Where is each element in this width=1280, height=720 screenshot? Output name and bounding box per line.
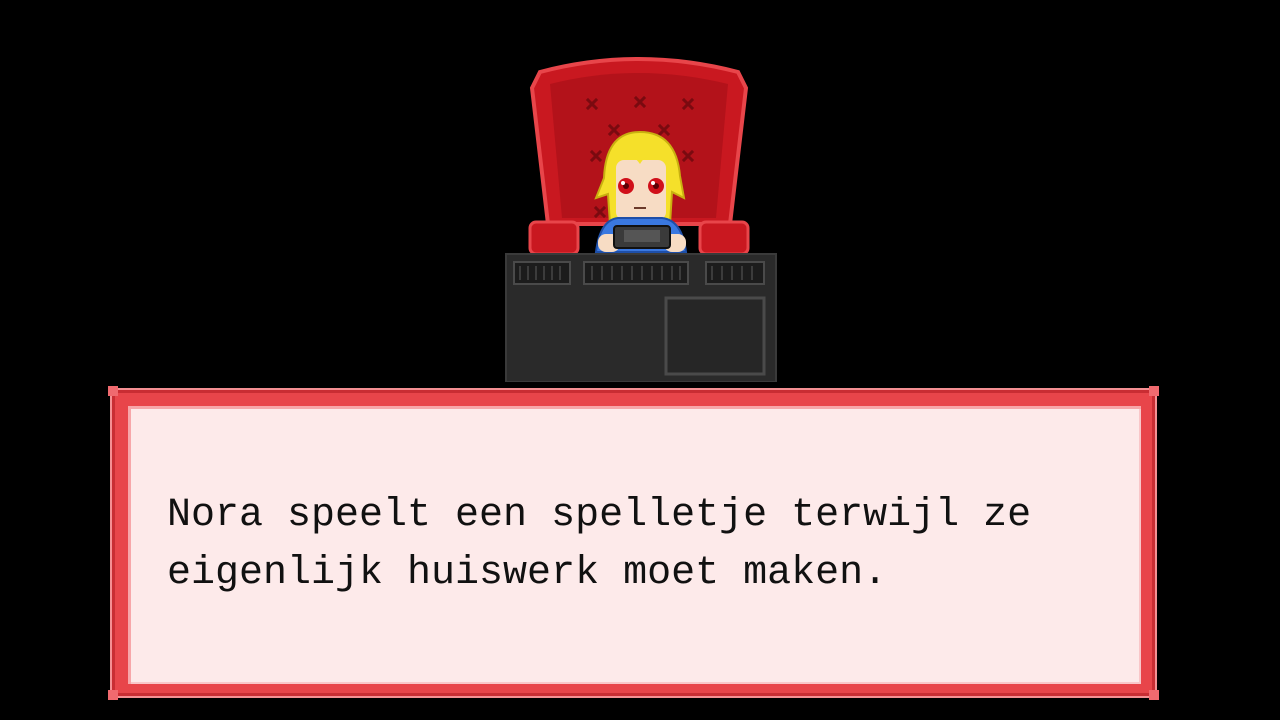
dialog-corner [108,690,118,700]
desk-icon [505,253,777,382]
dialog-corner [1149,386,1159,396]
scene-sprite [500,48,780,382]
dialog-text: Nora speelt een spelletje terwijl ze eig… [167,493,1032,596]
dialog-corner [1149,690,1159,700]
game-scene: Nora speelt een spelletje terwijl ze eig… [0,0,1280,720]
dialog-corner [108,386,118,396]
dialog-box[interactable]: Nora speelt een spelletje terwijl ze eig… [108,386,1159,700]
handheld-console-icon [613,225,671,249]
dialog-panel: Nora speelt een spelletje terwijl ze eig… [128,406,1141,684]
